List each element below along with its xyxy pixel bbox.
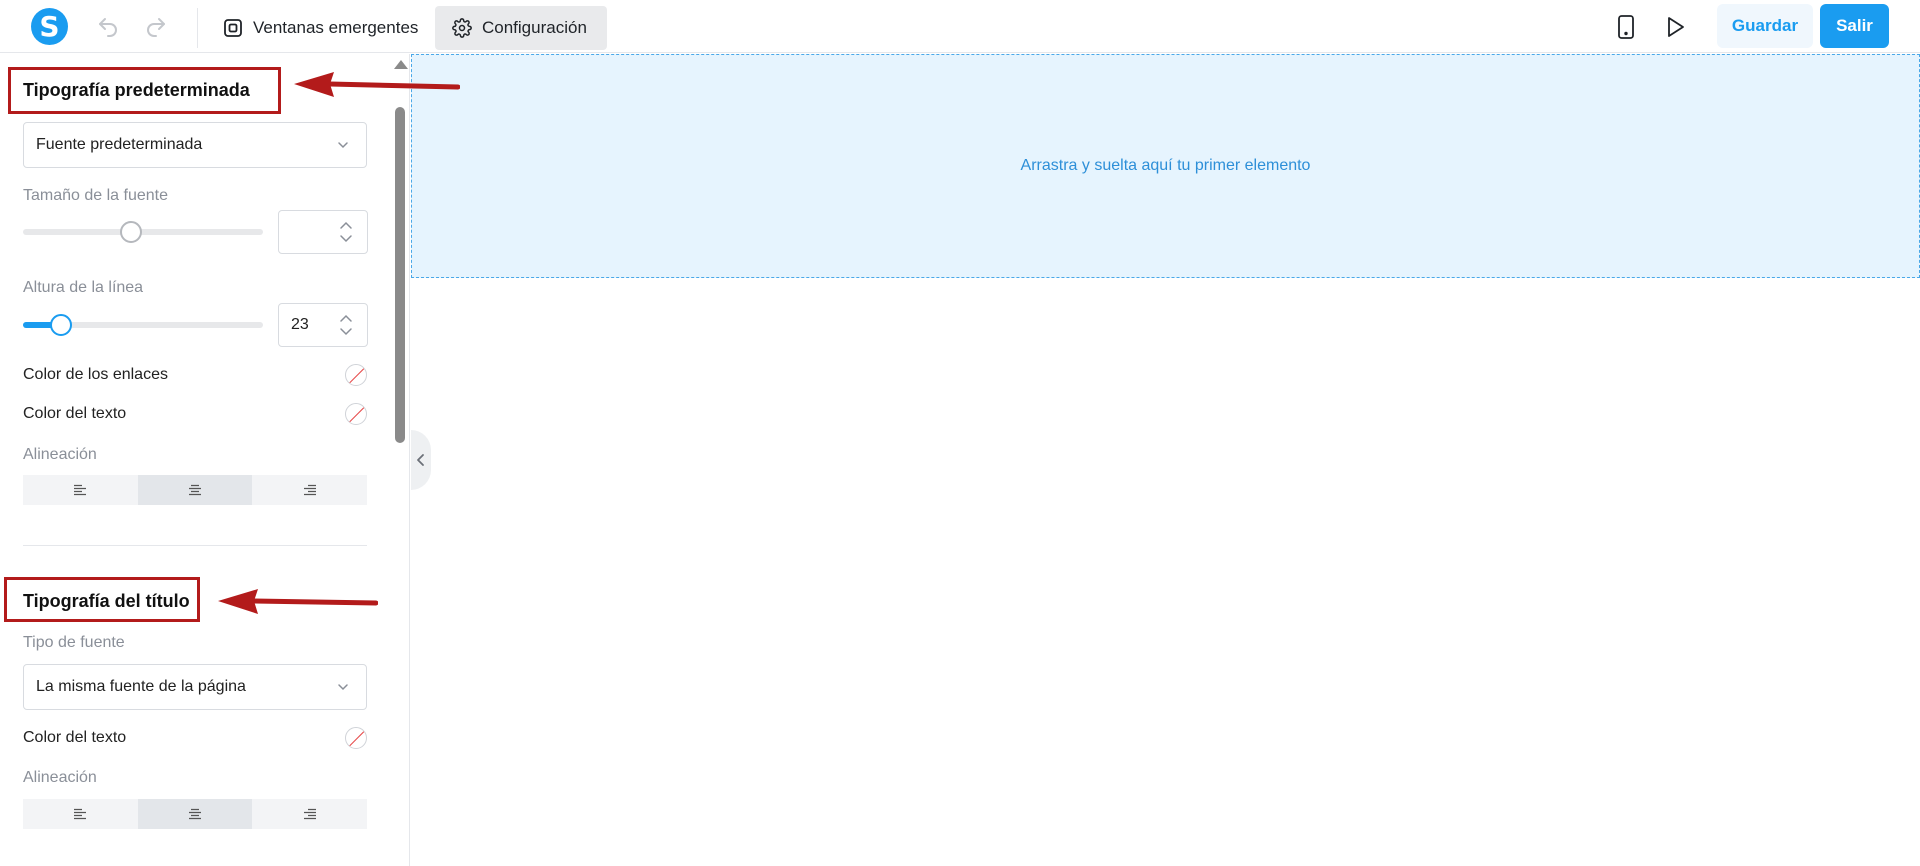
line-height-label: Altura de la línea — [23, 279, 144, 296]
title-font-select[interactable]: La misma fuente de la página — [23, 664, 367, 710]
scroll-up-arrow[interactable] — [394, 60, 408, 69]
title-text-color-swatch[interactable] — [345, 727, 367, 749]
font-type-label: Tipo de fuente — [23, 634, 125, 651]
align-right-icon — [303, 808, 316, 820]
app-logo[interactable]: S — [31, 8, 68, 45]
font-size-slider[interactable] — [23, 221, 263, 243]
title-text-color-label: Color del texto — [23, 729, 127, 746]
title-alignment-label: Alineación — [23, 769, 97, 786]
drop-zone-text: Arrastra y suelta aquí tu primer element… — [1020, 157, 1311, 174]
font-size-slider-knob[interactable] — [120, 221, 142, 243]
drop-zone[interactable]: Arrastra y suelta aquí tu primer element… — [411, 54, 1920, 278]
configuration-button[interactable]: Configuración — [435, 6, 607, 50]
alignment-label: Alineación — [23, 446, 97, 463]
text-color-label: Color del texto — [23, 405, 127, 422]
line-height-stepper[interactable]: 23 — [278, 303, 368, 347]
link-color-swatch[interactable] — [345, 364, 367, 386]
section-divider — [23, 545, 367, 546]
font-size-stepper[interactable] — [278, 210, 368, 254]
text-color-swatch[interactable] — [345, 403, 367, 425]
link-color-label: Color de los enlaces — [23, 366, 168, 383]
title-font-value: La misma fuente de la página — [36, 678, 246, 695]
align-left-icon — [74, 484, 87, 496]
stepper-arrows-icon[interactable] — [339, 219, 353, 245]
align-left-button[interactable] — [23, 475, 138, 505]
popup-window-icon — [224, 19, 242, 37]
align-right-button[interactable] — [252, 799, 367, 829]
title-typography-title: Tipografía del título — [23, 591, 190, 611]
configuration-label: Configuración — [482, 18, 587, 37]
preview-play-icon[interactable] — [1663, 14, 1687, 40]
line-height-value: 23 — [291, 316, 309, 333]
scrollbar-thumb[interactable] — [395, 107, 405, 443]
gear-icon — [452, 18, 472, 38]
save-button[interactable]: Guardar — [1717, 4, 1813, 48]
exit-button[interactable]: Salir — [1820, 4, 1889, 48]
default-typography-title: Tipografía predeterminada — [23, 80, 250, 100]
align-left-icon — [74, 808, 87, 820]
undo-icon[interactable] — [96, 15, 120, 39]
chevron-down-icon — [338, 142, 348, 149]
default-font-value: Fuente predeterminada — [36, 136, 203, 153]
chevron-down-icon — [338, 684, 348, 691]
toolbar-divider — [197, 8, 198, 48]
top-toolbar: S Ventanas emergentes Configuración Guar… — [0, 0, 1920, 53]
collapse-sidebar-handle[interactable] — [411, 430, 431, 490]
line-height-slider[interactable] — [23, 314, 263, 336]
align-center-icon — [189, 808, 201, 820]
stepper-arrows-icon[interactable] — [339, 312, 353, 338]
align-center-icon — [189, 484, 201, 496]
title-alignment-toggle-group — [23, 799, 367, 829]
popups-button[interactable]: Ventanas emergentes — [206, 6, 435, 50]
redo-icon[interactable] — [144, 15, 168, 39]
default-font-select[interactable]: Fuente predeterminada — [23, 122, 367, 168]
align-left-button[interactable] — [23, 799, 138, 829]
popups-label: Ventanas emergentes — [253, 18, 419, 37]
alignment-toggle-group — [23, 475, 367, 505]
mobile-device-icon[interactable] — [1615, 14, 1637, 40]
align-right-button[interactable] — [252, 475, 367, 505]
chevron-left-icon — [417, 454, 424, 466]
font-size-label: Tamaño de la fuente — [23, 187, 168, 204]
align-right-icon — [303, 484, 316, 496]
align-center-button[interactable] — [137, 799, 253, 829]
align-center-button[interactable] — [137, 475, 253, 505]
